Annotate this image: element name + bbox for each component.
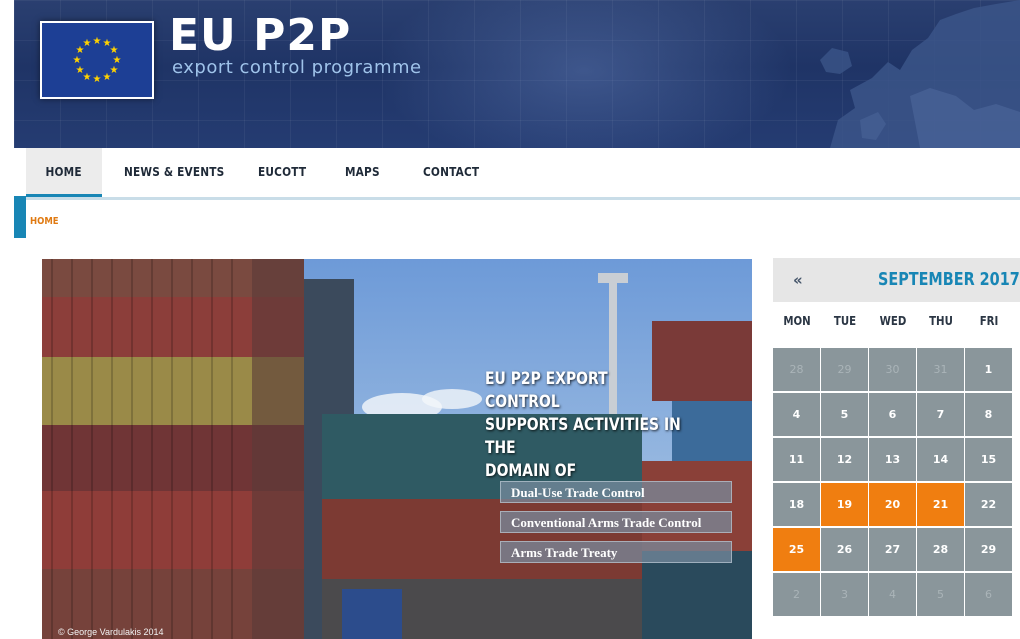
calendar-day[interactable]: 5	[821, 393, 868, 436]
calendar-day-other-month[interactable]: 30	[869, 348, 916, 391]
main-nav: HOME NEWS & EVENTS EUCOTT MAPS CONTACT	[26, 148, 1020, 200]
hero-slide: EU P2P EXPORT CONTROL SUPPORTS ACTIVITIE…	[42, 259, 752, 639]
calendar-day[interactable]: 20	[869, 483, 916, 526]
weekday-label: MON	[783, 314, 811, 328]
calendar-day[interactable]: 13	[869, 438, 916, 481]
events-calendar: « SEPTEMBER 2017 MON TUE WED THU FRI 28 29 30 3…	[773, 258, 1020, 623]
breadcrumb[interactable]: HOME	[30, 216, 59, 227]
nav-item-contact[interactable]: CONTACT	[423, 148, 479, 196]
svg-text:★: ★	[73, 55, 82, 66]
calendar-month-title: SEPTEMBER 2017	[878, 269, 1020, 290]
calendar-day[interactable]: 15	[965, 438, 1012, 481]
svg-text:★: ★	[93, 36, 102, 47]
left-accent-bar	[14, 196, 26, 238]
nav-divider	[26, 197, 1020, 200]
calendar-day-other-month[interactable]: 28	[773, 348, 820, 391]
photo-credit: © George Vardulakis 2014	[58, 627, 164, 637]
hero-heading-line: SUPPORTS ACTIVITIES IN THE	[485, 415, 681, 458]
svg-text:★: ★	[83, 38, 92, 49]
calendar-day[interactable]: 8	[965, 393, 1012, 436]
calendar-day-other-month[interactable]: 3	[821, 573, 868, 616]
site-subtitle: export control programme	[172, 57, 422, 78]
svg-text:★: ★	[103, 72, 112, 83]
conventional-arms-link[interactable]: Conventional Arms Trade Control	[500, 511, 732, 533]
calendar-day[interactable]: 19	[821, 483, 868, 526]
europe-map-graphic	[820, 0, 1020, 148]
calendar-day-other-month[interactable]: 31	[917, 348, 964, 391]
weekday-label: TUE	[833, 314, 857, 328]
eu-flag-icon: ★ ★ ★ ★ ★ ★ ★ ★ ★ ★ ★ ★	[42, 23, 152, 97]
weekday-label: WED	[879, 314, 907, 328]
calendar-day[interactable]: 29	[965, 528, 1012, 571]
calendar-day-other-month[interactable]: 29	[821, 348, 868, 391]
weekday-label: FRI	[979, 314, 999, 328]
header-banner: ★ ★ ★ ★ ★ ★ ★ ★ ★ ★ ★ ★ EU P2P export co…	[14, 0, 1020, 148]
nav-item-news-events[interactable]: NEWS & EVENTS	[124, 148, 224, 196]
calendar-day[interactable]: 11	[773, 438, 820, 481]
nav-item-label: HOME	[45, 165, 83, 179]
calendar-day[interactable]: 27	[869, 528, 916, 571]
hero-link-list: Dual-Use Trade Control Conventional Arms…	[500, 481, 732, 571]
site-title[interactable]: EU P2P	[169, 14, 351, 58]
calendar-day[interactable]: 6	[869, 393, 916, 436]
prev-month-icon[interactable]: «	[793, 258, 803, 302]
weekday-label: THU	[929, 314, 953, 328]
dual-use-link[interactable]: Dual-Use Trade Control	[500, 481, 732, 503]
banner-glow	[374, 0, 794, 148]
calendar-day[interactable]: 28	[917, 528, 964, 571]
page: ★ ★ ★ ★ ★ ★ ★ ★ ★ ★ ★ ★ EU P2P export co…	[0, 0, 1020, 639]
nav-item-home[interactable]: HOME	[26, 148, 102, 196]
calendar-day[interactable]: 18	[773, 483, 820, 526]
calendar-day[interactable]: 14	[917, 438, 964, 481]
eu-flag-logo[interactable]: ★ ★ ★ ★ ★ ★ ★ ★ ★ ★ ★ ★	[40, 21, 154, 99]
nav-item-maps[interactable]: MAPS	[345, 148, 380, 196]
calendar-day-other-month[interactable]: 6	[965, 573, 1012, 616]
calendar-day[interactable]: 12	[821, 438, 868, 481]
calendar-day-other-month[interactable]: 2	[773, 573, 820, 616]
hero-heading-line: DOMAIN OF	[485, 461, 577, 481]
calendar-day[interactable]: 26	[821, 528, 868, 571]
calendar-day[interactable]: 22	[965, 483, 1012, 526]
hero-heading: EU P2P EXPORT CONTROL SUPPORTS ACTIVITIE…	[485, 368, 682, 483]
calendar-day[interactable]: 25	[773, 528, 820, 571]
hero-heading-line: EU P2P EXPORT CONTROL	[485, 369, 608, 412]
calendar-day[interactable]: 1	[965, 348, 1012, 391]
arms-trade-treaty-link[interactable]: Arms Trade Treaty	[500, 541, 732, 563]
svg-text:★: ★	[93, 74, 102, 85]
calendar-day-other-month[interactable]: 4	[869, 573, 916, 616]
svg-text:★: ★	[76, 65, 85, 76]
calendar-header: « SEPTEMBER 2017	[773, 258, 1020, 302]
calendar-day[interactable]: 7	[917, 393, 964, 436]
calendar-day-other-month[interactable]: 5	[917, 573, 964, 616]
calendar-day[interactable]: 4	[773, 393, 820, 436]
calendar-day[interactable]: 21	[917, 483, 964, 526]
nav-item-eucott[interactable]: EUCOTT	[258, 148, 306, 196]
